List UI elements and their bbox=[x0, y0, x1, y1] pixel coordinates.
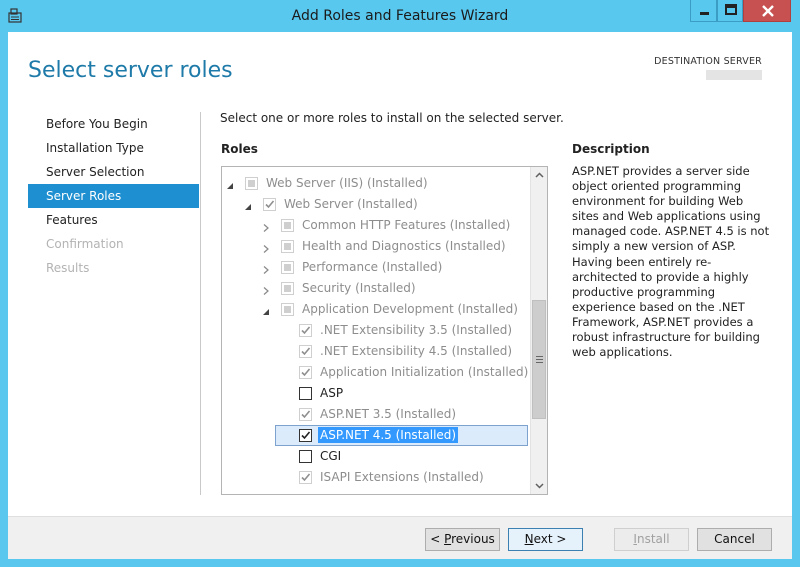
roles-heading: Roles bbox=[221, 142, 258, 156]
tree-item[interactable]: Common HTTP Features (Installed) bbox=[222, 215, 530, 236]
next-button[interactable]: Next > bbox=[508, 528, 583, 551]
description-heading: Description bbox=[572, 142, 650, 156]
nav-item-results: Results bbox=[46, 261, 90, 275]
tree-item-label: Web Server (Installed) bbox=[284, 197, 418, 211]
tree-item-label: .NET Extensibility 3.5 (Installed) bbox=[320, 323, 513, 337]
roles-tree[interactable]: ISAPI Extensions (Installed) CGI ASP.NET 4… bbox=[221, 166, 548, 495]
checkbox[interactable] bbox=[299, 429, 312, 442]
tree-item-label: CGI bbox=[320, 449, 342, 463]
instruction-text: Select one or more roles to install on t… bbox=[220, 111, 564, 125]
scroll-down-icon bbox=[535, 483, 544, 489]
checkbox bbox=[299, 324, 312, 337]
expand-arrow-icon[interactable] bbox=[262, 221, 270, 232]
tree-item[interactable]: .NET Extensibility 4.5 (Installed) bbox=[222, 341, 530, 362]
checkbox bbox=[263, 198, 276, 211]
page-title: Select server roles bbox=[28, 58, 233, 83]
window-title: Add Roles and Features Wizard bbox=[291, 8, 509, 24]
tree-item[interactable]: ISAPI Extensions (Installed) bbox=[222, 467, 530, 488]
tree-item[interactable]: CGI bbox=[222, 446, 530, 467]
description-text: ASP.NET provides a server side object or… bbox=[572, 164, 770, 360]
tree-item[interactable]: ASP bbox=[222, 383, 530, 404]
tree-item[interactable]: Web Server (Installed) bbox=[222, 194, 530, 215]
nav-item-confirmation: Confirmation bbox=[46, 237, 124, 251]
install-button: Install bbox=[614, 528, 689, 551]
checkbox bbox=[281, 219, 294, 232]
nav-item-before-you-begin[interactable]: Before You Begin bbox=[28, 112, 199, 136]
checkbox bbox=[281, 282, 294, 295]
minimize-icon bbox=[700, 12, 709, 15]
tree-item-label: ASP.NET 3.5 (Installed) bbox=[320, 407, 457, 421]
tree-item-label: ASP.NET 4.5 (Installed) bbox=[318, 427, 459, 443]
nav-item-installation-type[interactable]: Installation Type bbox=[28, 136, 199, 160]
tree-item-label: Health and Diagnostics (Installed) bbox=[302, 239, 506, 253]
tree-item[interactable]: Security (Installed) bbox=[222, 278, 530, 299]
checkbox bbox=[281, 240, 294, 253]
checkbox[interactable] bbox=[299, 387, 312, 400]
collapse-arrow-icon[interactable] bbox=[244, 200, 252, 210]
nav-divider bbox=[200, 112, 201, 495]
checkbox bbox=[245, 177, 258, 190]
tree-item[interactable]: Application Development (Installed) bbox=[222, 299, 530, 320]
tree-item-label: Common HTTP Features (Installed) bbox=[302, 218, 511, 232]
tree-scrollbar[interactable] bbox=[530, 167, 547, 494]
collapse-arrow-icon[interactable] bbox=[262, 305, 270, 315]
tree-item-label: Application Development (Installed) bbox=[302, 302, 518, 316]
destination-server-label: DESTINATION SERVER bbox=[654, 56, 762, 67]
checkbox bbox=[299, 471, 312, 484]
nav-item-features[interactable]: Features bbox=[28, 208, 199, 232]
tree-item-label: .NET Extensibility 4.5 (Installed) bbox=[320, 344, 513, 358]
tree-item-label: Performance (Installed) bbox=[302, 260, 443, 274]
checkbox bbox=[281, 261, 294, 274]
nav-item-server-selection[interactable]: Server Selection bbox=[28, 160, 199, 184]
tree-item-label: ISAPI Extensions (Installed) bbox=[320, 470, 484, 484]
previous-button[interactable]: < Previous bbox=[425, 528, 500, 551]
tree-item[interactable]: Web Server (IIS) (Installed) bbox=[222, 173, 530, 194]
checkbox bbox=[299, 408, 312, 421]
wizard-client-area: Select server roles DESTINATION SERVER B… bbox=[8, 32, 792, 559]
checkbox[interactable] bbox=[299, 450, 312, 463]
collapse-arrow-icon[interactable] bbox=[226, 179, 234, 189]
tree-item[interactable]: Health and Diagnostics (Installed) bbox=[222, 236, 530, 257]
title-bar: Add Roles and Features Wizard bbox=[0, 0, 800, 32]
maximize-button[interactable] bbox=[717, 0, 743, 22]
destination-server-name-redacted bbox=[706, 70, 762, 80]
scroll-down-button[interactable] bbox=[531, 477, 547, 494]
tree-item[interactable]: Application Initialization (Installed) bbox=[222, 362, 530, 383]
wizard-nav: Before You Begin Installation Type Serve… bbox=[28, 112, 199, 280]
checkbox bbox=[281, 303, 294, 316]
expand-arrow-icon[interactable] bbox=[262, 284, 270, 295]
minimize-button[interactable] bbox=[690, 0, 717, 22]
tree-item[interactable]: ASP.NET 3.5 (Installed) bbox=[222, 404, 530, 425]
maximize-icon bbox=[725, 4, 737, 15]
tree-item-label: Security (Installed) bbox=[302, 281, 416, 295]
cancel-button[interactable]: Cancel bbox=[697, 528, 772, 551]
scroll-thumb[interactable] bbox=[532, 300, 546, 419]
tree-item[interactable]: .NET Extensibility 3.5 (Installed) bbox=[222, 320, 530, 341]
close-button[interactable] bbox=[743, 0, 791, 22]
tree-item-label: Application Initialization (Installed) bbox=[320, 365, 529, 379]
wizard-footer: < Previous Next > Install Cancel bbox=[8, 516, 792, 559]
expand-arrow-icon[interactable] bbox=[262, 242, 270, 253]
scroll-up-button[interactable] bbox=[531, 167, 547, 184]
expand-arrow-icon[interactable] bbox=[262, 263, 270, 274]
nav-item-server-roles[interactable]: Server Roles bbox=[28, 184, 199, 208]
tree-item[interactable]: Performance (Installed) bbox=[222, 257, 530, 278]
tree-item[interactable]: ASP.NET 4.5 (Installed) bbox=[222, 425, 530, 446]
checkbox bbox=[299, 366, 312, 379]
checkbox bbox=[299, 345, 312, 358]
tree-item-label: Web Server (IIS) (Installed) bbox=[266, 176, 428, 190]
close-icon bbox=[762, 5, 774, 17]
tree-item-label: ASP bbox=[320, 386, 344, 400]
scroll-up-icon bbox=[535, 172, 544, 178]
